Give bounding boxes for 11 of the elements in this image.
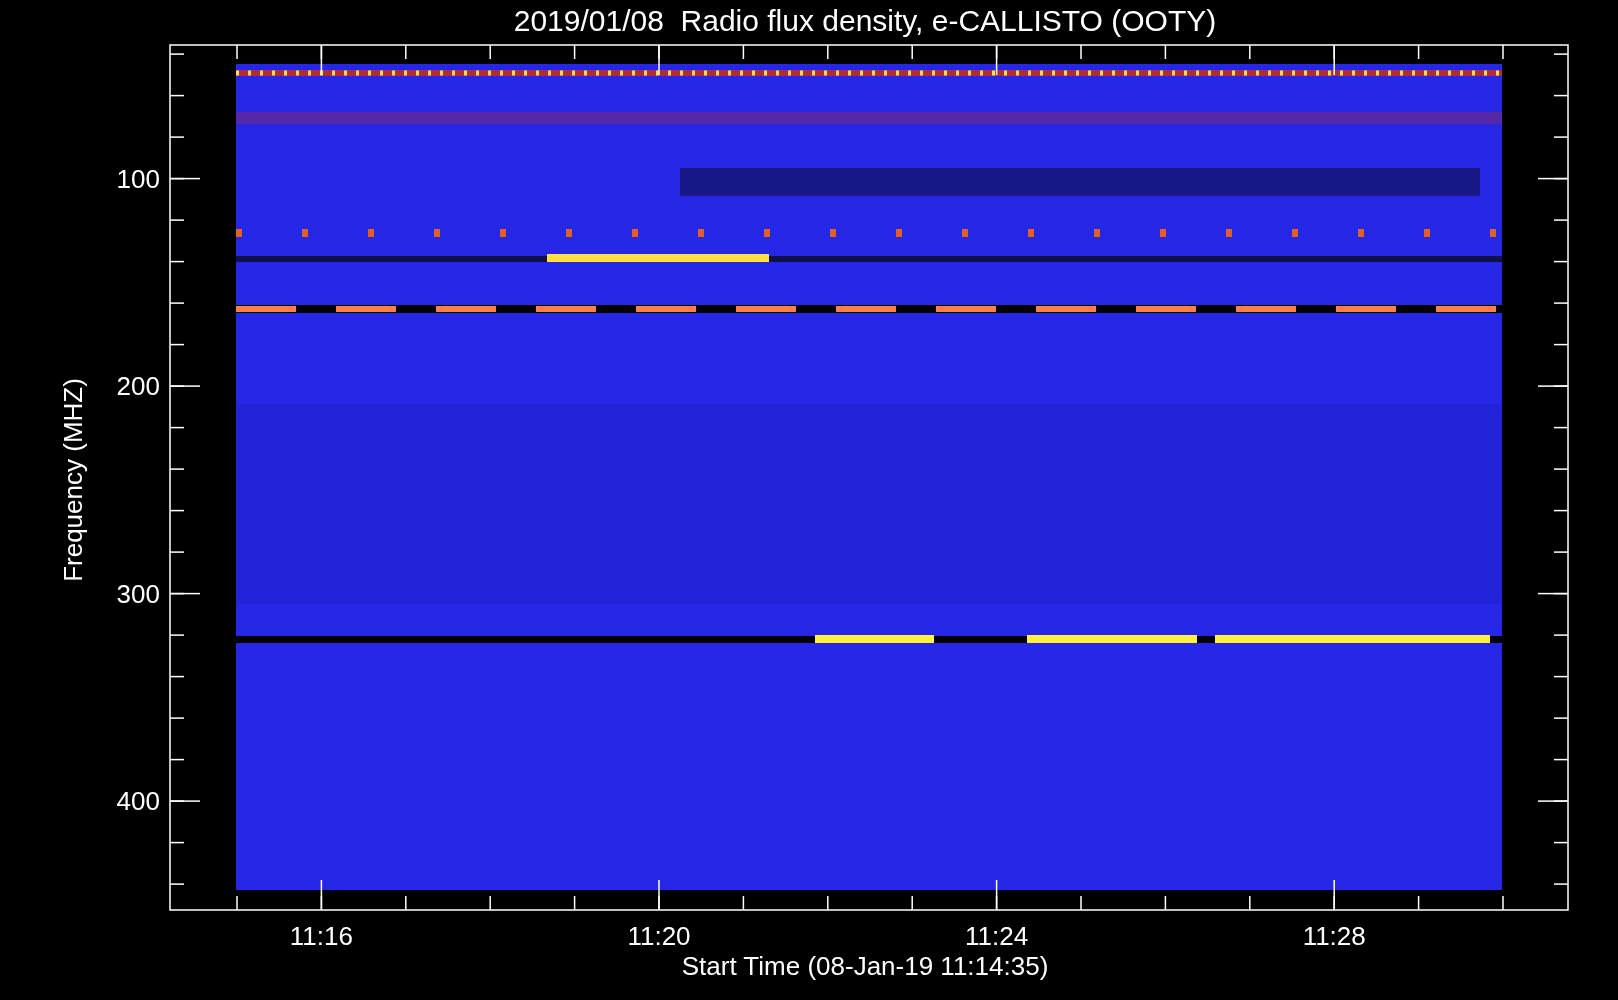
tick-label: 11:28 [1302,921,1366,951]
tick-label: 400 [116,786,160,817]
chart-title: 2019/01/08 Radio flux density, e-CALLISTO (OOTY) [513,4,1217,37]
tick-label: 200 [116,371,160,402]
axis-label: Frequency (MHZ) [58,378,88,582]
tick-label: 100 [116,163,160,194]
axis-label: Start Time (08-Jan-19 11:14:35) [681,951,1049,981]
tick-label: 300 [116,578,160,609]
tick-label: 11:16 [289,921,353,951]
tick-label: 11:20 [627,921,691,951]
tick-label: 11:24 [965,921,1029,951]
